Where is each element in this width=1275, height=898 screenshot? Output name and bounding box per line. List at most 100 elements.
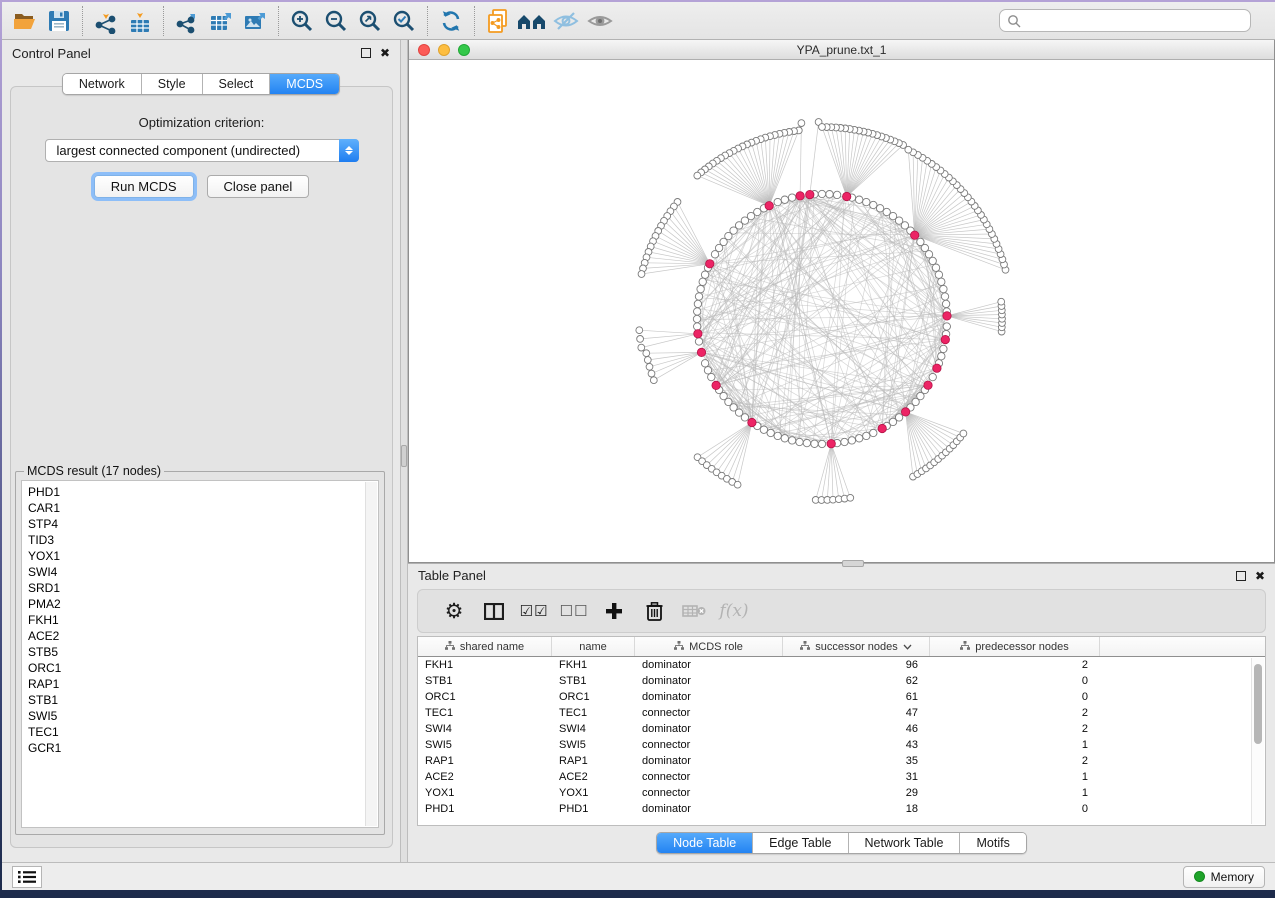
mcds-result-item[interactable]: STB5 — [28, 644, 372, 660]
mcds-result-item[interactable]: SRD1 — [28, 580, 372, 596]
tab-motifs[interactable]: Motifs — [960, 833, 1025, 853]
table-cell[interactable]: dominator — [635, 803, 783, 815]
table-cell[interactable]: 31 — [783, 771, 930, 783]
mcds-result-item[interactable]: YOX1 — [28, 548, 372, 564]
function-builder-button[interactable]: f(x) — [714, 596, 754, 626]
table-cell[interactable]: dominator — [635, 675, 783, 687]
table-cell[interactable]: SWI5 — [418, 739, 552, 751]
table-cell[interactable]: dominator — [635, 755, 783, 767]
table-cell[interactable]: TEC1 — [418, 707, 552, 719]
table-row[interactable]: SWI5SWI5connector431 — [418, 737, 1265, 753]
table-cell[interactable]: dominator — [635, 723, 783, 735]
table-cell[interactable]: 0 — [930, 803, 1100, 815]
table-cell[interactable]: FKH1 — [552, 659, 635, 671]
table-cell[interactable]: 2 — [930, 723, 1100, 735]
new-network-from-selection-button[interactable] — [481, 5, 515, 37]
network-canvas[interactable] — [409, 60, 1274, 562]
horizontal-splitter-handle[interactable] — [842, 560, 864, 567]
column-header-successor-nodes[interactable]: successor nodes — [783, 637, 930, 656]
sort-chevron-down-icon[interactable] — [903, 641, 912, 653]
mcds-result-item[interactable]: STP4 — [28, 516, 372, 532]
tab-edge-table[interactable]: Edge Table — [753, 833, 848, 853]
column-header-MCDS-role[interactable]: MCDS role — [635, 637, 783, 656]
run-mcds-button[interactable]: Run MCDS — [94, 175, 194, 198]
table-cell[interactable]: PHD1 — [552, 803, 635, 815]
search-input[interactable] — [1026, 14, 1243, 28]
tab-style[interactable]: Style — [142, 74, 203, 94]
table-cell[interactable]: 47 — [783, 707, 930, 719]
export-network-button[interactable] — [170, 5, 204, 37]
table-cell[interactable]: RAP1 — [552, 755, 635, 767]
table-cell[interactable]: 0 — [930, 691, 1100, 703]
import-table-button[interactable] — [123, 5, 157, 37]
mcds-result-item[interactable]: STB1 — [28, 692, 372, 708]
table-cell[interactable]: 43 — [783, 739, 930, 751]
zoom-selected-button[interactable] — [387, 5, 421, 37]
mcds-result-item[interactable]: SWI4 — [28, 564, 372, 580]
save-session-button[interactable] — [42, 5, 76, 37]
table-cell[interactable]: 35 — [783, 755, 930, 767]
table-row[interactable]: FKH1FKH1dominator962 — [418, 657, 1265, 673]
table-cell[interactable]: 1 — [930, 739, 1100, 751]
table-cell[interactable]: SWI4 — [552, 723, 635, 735]
table-cell[interactable]: FKH1 — [418, 659, 552, 671]
show-column-button[interactable] — [474, 596, 514, 626]
add-column-button[interactable] — [594, 596, 634, 626]
table-cell[interactable]: connector — [635, 739, 783, 751]
select-all-checkboxes-button[interactable]: ☑☑ — [514, 596, 554, 626]
network-graph[interactable] — [409, 60, 1274, 562]
table-cell[interactable]: STB1 — [552, 675, 635, 687]
table-cell[interactable]: ORC1 — [552, 691, 635, 703]
table-cell[interactable]: connector — [635, 787, 783, 799]
mcds-result-item[interactable]: FKH1 — [28, 612, 372, 628]
table-cell[interactable]: 0 — [930, 675, 1100, 687]
mcds-result-item[interactable]: SWI5 — [28, 708, 372, 724]
criterion-dropdown[interactable]: largest connected component (undirected) — [45, 139, 359, 162]
table-row[interactable]: PHD1PHD1dominator180 — [418, 801, 1265, 817]
import-network-button[interactable] — [89, 5, 123, 37]
table-cell[interactable]: 96 — [783, 659, 930, 671]
mcds-result-item[interactable]: ACE2 — [28, 628, 372, 644]
delete-column-button[interactable] — [634, 596, 674, 626]
mcds-result-item[interactable]: GCR1 — [28, 740, 372, 756]
zoom-fit-button[interactable] — [353, 5, 387, 37]
table-cell[interactable]: RAP1 — [418, 755, 552, 767]
tab-node-table[interactable]: Node Table — [657, 833, 753, 853]
mcds-result-item[interactable]: PHD1 — [28, 484, 372, 500]
float-panel-icon[interactable] — [361, 48, 371, 58]
table-row[interactable]: YOX1YOX1connector291 — [418, 785, 1265, 801]
table-row[interactable]: SWI4SWI4dominator462 — [418, 721, 1265, 737]
table-cell[interactable]: 18 — [783, 803, 930, 815]
table-cell[interactable]: ORC1 — [418, 691, 552, 703]
mcds-list-scrollbar[interactable] — [365, 482, 377, 826]
tab-select[interactable]: Select — [203, 74, 271, 94]
column-header-shared-name[interactable]: shared name — [418, 637, 552, 656]
table-cell[interactable]: 46 — [783, 723, 930, 735]
refresh-view-button[interactable] — [434, 5, 468, 37]
vertical-splitter[interactable] — [400, 40, 408, 862]
show-all-button[interactable] — [583, 5, 617, 37]
table-cell[interactable]: 2 — [930, 755, 1100, 767]
mcds-result-item[interactable]: ORC1 — [28, 660, 372, 676]
deselect-all-checkboxes-button[interactable]: ☐☐ — [554, 596, 594, 626]
tab-network[interactable]: Network — [63, 74, 142, 94]
mcds-result-item[interactable]: PMA2 — [28, 596, 372, 612]
column-header-name[interactable]: name — [552, 637, 635, 656]
table-cell[interactable]: dominator — [635, 691, 783, 703]
memory-button[interactable]: Memory — [1183, 866, 1265, 888]
table-cell[interactable]: ACE2 — [552, 771, 635, 783]
table-cell[interactable]: 2 — [930, 659, 1100, 671]
table-cell[interactable]: STB1 — [418, 675, 552, 687]
table-cell[interactable]: PHD1 — [418, 803, 552, 815]
mcds-result-item[interactable]: RAP1 — [28, 676, 372, 692]
task-history-button[interactable] — [12, 866, 42, 888]
export-image-button[interactable] — [238, 5, 272, 37]
mcds-result-item[interactable]: TID3 — [28, 532, 372, 548]
mcds-result-item[interactable]: TEC1 — [28, 724, 372, 740]
tab-mcds[interactable]: MCDS — [270, 74, 339, 94]
first-neighbors-button[interactable] — [515, 5, 549, 37]
close-panel-icon[interactable]: ✖ — [380, 48, 390, 58]
table-cell[interactable]: connector — [635, 771, 783, 783]
table-cell[interactable]: 61 — [783, 691, 930, 703]
table-row[interactable]: ACE2ACE2connector311 — [418, 769, 1265, 785]
